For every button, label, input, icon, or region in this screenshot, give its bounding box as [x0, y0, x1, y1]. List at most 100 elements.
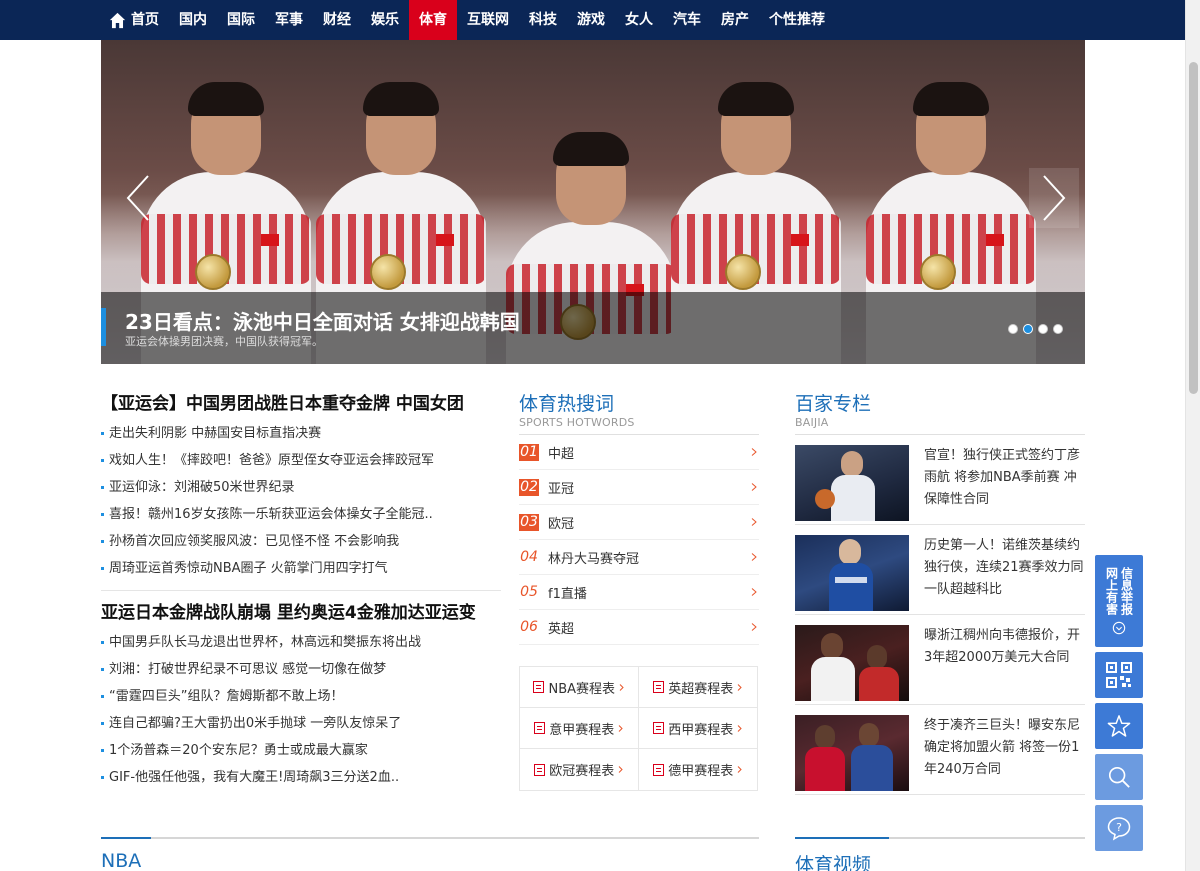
section-subtitle: BAIJIA [795, 416, 829, 429]
article-thumbnail[interactable] [795, 445, 909, 521]
news-item[interactable]: 连自己都骗?王大雷扔出0米手抛球 一旁队友惊呆了 [101, 710, 501, 737]
report-label: 网上有害 信息举报 [1105, 567, 1134, 615]
news-item[interactable]: 戏如人生！《摔跤吧！爸爸》原型侄女夺亚运会摔跤冠军 [101, 447, 501, 474]
schedule-link-laliga[interactable]: 西甲赛程表 [638, 708, 757, 749]
news-item[interactable]: 走出失利阴影 中赫国安目标直指决赛 [101, 420, 501, 447]
schedule-label: 意甲赛程表 [549, 722, 615, 738]
carousel-dot[interactable] [1053, 324, 1063, 334]
nav-item-games[interactable]: 游戏 [567, 0, 615, 40]
hero-caption: 23日看点：泳池中日全面对话 女排迎战韩国 亚运会体操男团决赛，中国队获得冠军。 [101, 292, 1085, 364]
article-thumbnail[interactable] [795, 715, 909, 791]
nav-item-personal[interactable]: 个性推荐 [759, 0, 835, 40]
nav-item-home[interactable]: 首页 [101, 0, 169, 40]
schedule-icon [534, 722, 546, 734]
home-icon [109, 12, 126, 28]
chevron-right-icon [751, 588, 757, 596]
baijia-section: 百家专栏 BAIJIA 官宣！独行侠正式签约丁彦雨航 将参加NBA季前赛 冲保障… [795, 392, 1085, 795]
news-item[interactable]: 周琦亚运首秀惊动NBA圈子 火箭掌门用四字打气 [101, 555, 501, 582]
news-item[interactable]: GIF-他强任他强，我有大魔王!周琦飙3三分送2血.. [101, 764, 501, 791]
rank-badge: 04 [520, 548, 538, 565]
nav-item-auto[interactable]: 汽车 [663, 0, 711, 40]
hotword-item[interactable]: 01 中超 [519, 435, 759, 470]
qr-code-button[interactable] [1095, 652, 1143, 698]
hero-title[interactable]: 23日看点：泳池中日全面对话 女排迎战韩国 [125, 306, 520, 335]
report-button[interactable]: 网上有害 信息举报 [1095, 555, 1143, 647]
news-item[interactable]: 1个汤普森＝20个安东尼？勇士或成最大赢家 [101, 737, 501, 764]
carousel-dot[interactable] [1008, 324, 1018, 334]
nav-item-domestic[interactable]: 国内 [169, 0, 217, 40]
hotword-item[interactable]: 04 林丹大马赛夺冠 [519, 540, 759, 575]
nav-item-entertainment[interactable]: 娱乐 [361, 0, 409, 40]
schedule-grid: NBA赛程表 英超赛程表 意甲赛程表 西甲赛程表 欧冠赛程表 德甲赛程表 [519, 666, 758, 791]
news-headline[interactable]: 【亚运会】中国男团战胜日本重夺金牌 中国女团 [101, 392, 501, 416]
article-title: 历史第一人！诺维茨基续约独行侠，连续21赛季效力同一队超越科比 [924, 538, 1084, 597]
help-button[interactable]: ? [1095, 805, 1143, 851]
nav-item-tech[interactable]: 科技 [519, 0, 567, 40]
schedule-link-ucl[interactable]: 欧冠赛程表 [520, 749, 639, 790]
news-item[interactable]: 孙杨首次回应领奖服风波：已见怪不怪 不会影响我 [101, 528, 501, 555]
section-title[interactable]: NBA [101, 850, 759, 871]
hotword-label: 亚冠 [548, 481, 575, 497]
section-title: 百家专栏 [795, 393, 872, 415]
news-headline[interactable]: 亚运日本金牌战队崩塌 里约奥运4金雅加达亚运变 [101, 601, 501, 625]
search-button[interactable] [1095, 754, 1143, 800]
hotwords-section: 体育热搜词 SPORTS HOTWORDS 01 中超 02 亚冠 03 欧冠 … [519, 392, 759, 645]
section-title: 体育热搜词 [519, 393, 615, 415]
news-item[interactable]: “雷霆四巨头”组队？詹姆斯都不敢上场！ [101, 683, 501, 710]
carousel-dot[interactable] [1038, 324, 1048, 334]
baijia-item[interactable]: 历史第一人！诺维茨基续约独行侠，连续21赛季效力同一队超越科比 [795, 525, 1085, 615]
news-item[interactable]: 刘湘：打破世界纪录不可思议 感觉一切像在做梦 [101, 656, 501, 683]
chevron-right-icon [1043, 175, 1066, 221]
hotword-item[interactable]: 02 亚冠 [519, 470, 759, 505]
baijia-item[interactable]: 官宣！独行侠正式签约丁彦雨航 将参加NBA季前赛 冲保障性合同 [795, 435, 1085, 525]
schedule-link-seriea[interactable]: 意甲赛程表 [520, 708, 639, 749]
nav-item-military[interactable]: 军事 [265, 0, 313, 40]
nav-item-internet[interactable]: 互联网 [457, 0, 519, 40]
carousel-next-button[interactable] [1029, 168, 1079, 228]
schedule-icon [534, 763, 546, 776]
nav-item-women[interactable]: 女人 [615, 0, 663, 40]
hero-carousel[interactable]: 23日看点：泳池中日全面对话 女排迎战韩国 亚运会体操男团决赛，中国队获得冠军。 [101, 40, 1085, 364]
star-icon [1107, 715, 1131, 737]
section-title[interactable]: 体育视频 [795, 850, 1085, 871]
hero-subtitle: 亚运会体操男团决赛，中国队获得冠军。 [125, 335, 323, 348]
section-accent [795, 837, 889, 839]
chevron-right-icon [737, 724, 742, 732]
article-thumbnail[interactable] [795, 535, 909, 611]
schedule-label: NBA赛程表 [548, 681, 616, 697]
page-scrollbar[interactable] [1185, 0, 1200, 871]
news-item[interactable]: 喜报！赣州16岁女孩陈一乐斩获亚运会体操女子全能冠.. [101, 501, 501, 528]
schedule-label: 欧冠赛程表 [549, 764, 615, 779]
favorite-button[interactable] [1095, 703, 1143, 749]
divider [101, 590, 501, 591]
nav-item-finance[interactable]: 财经 [313, 0, 361, 40]
news-item[interactable]: 中国男乒队长马龙退出世界杯，林高远和樊振东将出战 [101, 629, 501, 656]
article-title: 终于凑齐三巨头！曝安东尼确定将加盟火箭 将签一份1年240万合同 [924, 718, 1081, 777]
schedule-link-epl[interactable]: 英超赛程表 [638, 667, 757, 708]
nav-item-sports[interactable]: 体育 [409, 0, 457, 40]
chevron-right-icon [737, 766, 742, 773]
chevron-right-icon [751, 448, 757, 456]
nav-item-realestate[interactable]: 房产 [711, 0, 759, 40]
scrollbar-thumb[interactable] [1189, 62, 1198, 394]
hotword-label: 林丹大马赛夺冠 [548, 551, 640, 567]
chevron-down-circle-icon [1112, 621, 1126, 635]
news-column: 【亚运会】中国男团战胜日本重夺金牌 中国女团 走出失利阴影 中赫国安目标直指决赛… [101, 392, 501, 791]
schedule-label: 德甲赛程表 [668, 764, 734, 779]
hotword-item[interactable]: 06 英超 [519, 610, 759, 645]
rank-badge: 01 [519, 443, 539, 461]
article-thumbnail[interactable] [795, 625, 909, 701]
top-nav: 首页 国内 国际 军事 财经 娱乐 体育 互联网 科技 游戏 女人 汽车 房产 … [0, 0, 1185, 40]
schedule-link-bundesliga[interactable]: 德甲赛程表 [639, 749, 758, 790]
chevron-right-icon [619, 683, 624, 691]
nav-item-international[interactable]: 国际 [217, 0, 265, 40]
hotword-item[interactable]: 03 欧冠 [519, 505, 759, 540]
chevron-right-icon [618, 766, 623, 773]
carousel-prev-button[interactable] [113, 168, 163, 228]
carousel-dot-active[interactable] [1023, 324, 1033, 334]
hotword-item[interactable]: 05 f1直播 [519, 575, 759, 610]
news-item[interactable]: 亚运仰泳：刘湘破50米世界纪录 [101, 474, 501, 501]
baijia-item[interactable]: 曝浙江稠州向韦德报价，开3年超2000万美元大合同 [795, 615, 1085, 705]
baijia-item[interactable]: 终于凑齐三巨头！曝安东尼确定将加盟火箭 将签一份1年240万合同 [795, 705, 1085, 795]
schedule-link-nba[interactable]: NBA赛程表 [520, 667, 639, 708]
